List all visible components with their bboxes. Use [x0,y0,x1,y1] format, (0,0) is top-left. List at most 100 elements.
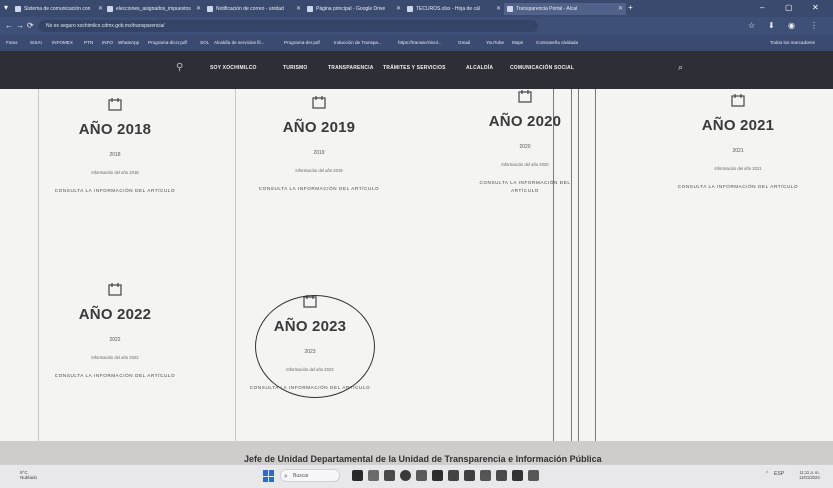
nav-comunicacion-social[interactable]: COMUNICACIÓN SOCIAL [510,65,574,71]
windows-taskbar: 9°C Nublado Buscar ⌃ ESP 11:11 a. m. 11/… [0,464,833,488]
bookmark-item[interactable]: Alcaldía de servicios fil... [214,37,264,49]
widgets-icon[interactable] [368,470,379,481]
browser-tab-bar: ▾ Sistema de comunicación con ✕ eleccion… [0,0,833,17]
tab-close-icon[interactable]: ✕ [296,3,301,15]
year-subtitle: 2019 [313,150,325,156]
year-title: AÑO 2022 [78,306,152,323]
taskbar-clock[interactable]: 11:11 a. m. 11/01/2024 [799,470,820,480]
downloads-icon[interactable]: ⬇ [768,20,775,32]
calendar-icon [312,96,326,109]
browser-tab[interactable]: Sistema de comunicación con [12,3,110,15]
calendar-icon [731,94,745,107]
browser-tab[interactable]: elecciones_asignados_impuestos [104,3,206,15]
reload-icon[interactable]: ⟳ [27,20,34,32]
bookmark-item[interactable]: Fotos [6,37,18,49]
weather-desc: Nublado [20,475,38,480]
year-title: AÑO 2021 [701,117,775,134]
bookmark-item[interactable]: SISAI [30,37,42,49]
year-card-2020: AÑO 2020 2020 Información del año 2020 C… [440,89,610,195]
tab-close-icon[interactable]: ✕ [196,3,201,15]
bookmark-item[interactable]: Programa-diccr.pdf [148,37,187,49]
consult-link[interactable]: CONSULTA LA INFORMACIÓN DEL ARTÍCULO [653,183,823,191]
nav-transparencia[interactable]: TRANSPARENCIA [328,65,374,71]
maximize-icon[interactable]: ▢ [785,2,793,14]
calendar-icon [108,283,122,296]
tab-close-icon[interactable]: ✕ [496,3,501,15]
browser-tab[interactable]: Página principal - Google Drive [304,3,406,15]
tray-chevron-icon[interactable]: ⌃ [765,471,769,477]
app-icon[interactable] [480,470,491,481]
year-info: Información del año 2018 [91,170,139,175]
bookmark-item[interactable]: INFOMEX [52,37,73,49]
consult-link[interactable]: CONSULTA LA INFORMACIÓN DEL ARTÍCULO [30,372,200,380]
mail-icon[interactable] [464,470,475,481]
bookmark-item[interactable]: PTN [84,37,93,49]
profile-icon[interactable]: ◉ [788,20,795,32]
bookmark-item[interactable]: INFO [102,37,113,49]
back-icon[interactable]: ← [5,20,13,32]
bookmark-item[interactable]: Todos los marcadores [770,37,815,49]
tray-lang[interactable]: ESP [774,471,784,477]
handdrawn-circle-annotation [255,295,375,398]
edge-icon[interactable] [432,470,443,481]
minimize-icon[interactable]: – [760,2,764,14]
bookmark-item[interactable]: Maps [512,37,523,49]
file-explorer-icon[interactable] [416,470,427,481]
year-card-2018: AÑO 2018 2018 Información del año 2018 C… [30,97,200,195]
bookmarks-bar: Fotos SISAI INFOMEX PTN INFO WhatsApp Pr… [0,35,833,51]
consult-link[interactable]: CONSULTA LA INFORMACIÓN DEL ARTÍCULO [475,179,575,195]
menu-icon[interactable]: ⋮ [810,20,818,32]
app-icon[interactable] [496,470,507,481]
tab-close-icon[interactable]: ✕ [98,3,103,15]
start-button[interactable] [263,470,275,482]
year-title: AÑO 2018 [78,121,152,138]
bookmark-item[interactable]: Gmail [458,37,470,49]
year-title: AÑO 2020 [488,113,562,130]
extensions-icon[interactable]: ☆ [748,20,755,32]
browser-tab[interactable]: Notificación de correo - unidad [204,3,306,15]
app-icon[interactable] [512,470,523,481]
clock-date: 11/01/2024 [799,475,820,480]
new-tab-button[interactable]: + [628,2,633,14]
taskbar-search-input[interactable]: Buscar [280,469,340,483]
year-info: Información del año 2020 [501,162,549,167]
nav-turismo[interactable]: TURISMO [283,65,307,71]
tab-close-icon[interactable]: ✕ [396,3,401,15]
chat-icon[interactable] [384,470,395,481]
consult-link[interactable]: CONSULTA LA INFORMACIÓN DEL ARTÍCULO [30,187,200,195]
forward-icon[interactable]: → [16,20,24,32]
nav-alcaldia[interactable]: ALCALDÍA [466,65,493,71]
nav-soy-xochimilco[interactable]: SOY XOCHIMILCO [210,65,257,71]
page-footer: Jefe de Unidad Departamental de la Unida… [0,441,833,464]
task-view-icon[interactable] [352,470,363,481]
chrome-icon[interactable] [400,470,411,481]
weather-widget[interactable]: 9°C Nublado [20,470,37,480]
search-icon[interactable]: ⌕ [678,62,683,73]
year-subtitle: 2018 [109,152,121,158]
store-icon[interactable] [448,470,459,481]
close-window-icon[interactable]: ✕ [812,2,819,14]
site-logo-icon[interactable]: ⚲ [176,62,183,73]
address-bar-row: ← → ⟳ No es seguro xochimilco.cdmx.gob.m… [0,17,833,35]
url-input[interactable]: No es seguro xochimilco.cdmx.gob.mx/tran… [38,20,538,32]
site-navigation: ⚲ SOY XOCHIMILCO TURISMO TRANSPARENCIA T… [0,51,833,89]
bookmark-item[interactable]: Inducción de Transpa... [334,37,382,49]
tab-search-icon[interactable]: ▾ [4,2,8,14]
consult-link[interactable]: CONSULTA LA INFORMACIÓN DEL ARTÍCULO [234,185,404,193]
bookmark-item[interactable]: SOL [200,37,209,49]
calendar-icon [518,90,532,103]
browser-tab-active[interactable]: Transparencia Portal - Alcal [504,3,626,15]
bookmark-item[interactable]: YouTube [486,37,504,49]
bookmark-item[interactable]: WhatsApp [118,37,139,49]
year-subtitle: 2022 [109,337,121,343]
year-card-2022: AÑO 2022 2022 Información del año 2022 C… [30,282,200,380]
bookmark-item[interactable]: Contraseña olvidada [536,37,578,49]
browser-tab[interactable]: TECUROS.xlsx - Hoja de cál [404,3,506,15]
tab-close-icon[interactable]: ✕ [618,3,623,15]
year-info: Información del año 2022 [91,355,139,360]
app-icon[interactable] [528,470,539,481]
bookmark-item[interactable]: https://transarchivol... [398,37,442,49]
bookmark-item[interactable]: Programa-der.pdf [284,37,320,49]
year-card-2021: AÑO 2021 2021 Información del año 2021 C… [653,93,823,191]
nav-tramites[interactable]: TRÁMITES Y SERVICIOS [383,65,446,71]
